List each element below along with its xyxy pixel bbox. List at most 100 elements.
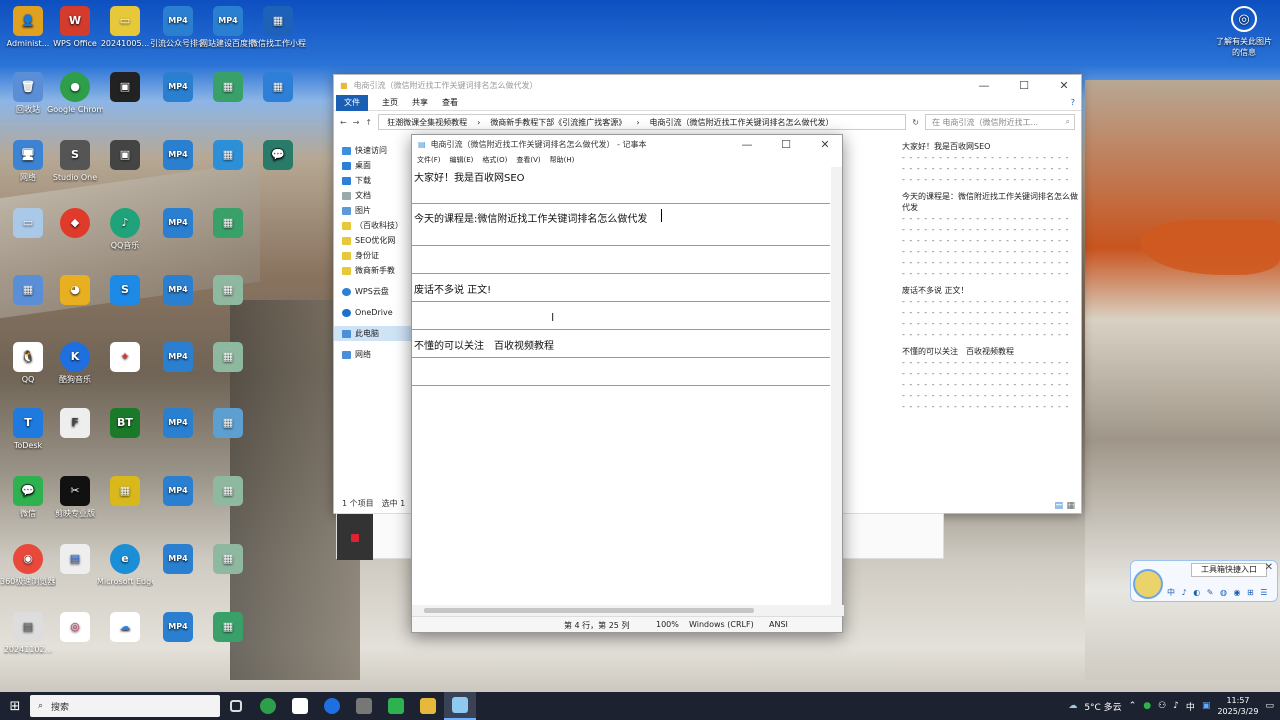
tray-app-icon[interactable]: ● [1143,701,1151,711]
taskbar-tool-icon[interactable] [348,692,380,720]
up-arrow-icon[interactable]: ↑ [365,118,372,127]
network-icon[interactable]: ⚇ [1158,701,1166,711]
refresh-icon[interactable]: ↻ [912,118,919,127]
menu-file[interactable]: 文件(F) [417,155,441,165]
horizontal-scrollbar[interactable] [412,605,844,616]
weather-icon[interactable]: ☁ [1068,701,1077,711]
desktop-icon-chrome[interactable]: ● Google Chrome [47,72,103,115]
desktop-icon-studio-one[interactable]: S Studio One [47,140,103,183]
tab-view[interactable]: 查看 [442,97,458,108]
nav-this-pc[interactable]: 此电脑 [334,326,412,341]
nav-desktop[interactable]: 桌面 [342,158,412,173]
volume-icon[interactable]: ♪ [1173,701,1179,711]
ime-toolbar[interactable]: 中 ♪ ◐ ✎ ◍ ◉ ⊞ ☰ [1167,587,1269,598]
close-button[interactable]: ✕ [1047,79,1081,92]
details-view-icon[interactable]: ▤ [1054,501,1063,511]
desktop-icon-qq-music[interactable]: ♪ QQ音乐 [97,208,153,251]
task-view-icon[interactable] [220,692,252,720]
nav-folder-weishang[interactable]: 微商新手教 [342,263,412,278]
desktop-icon-app-bt[interactable]: BT [97,408,153,441]
nav-onedrive[interactable]: OneDrive [342,305,412,320]
weather-text[interactable]: 5°C 多云 [1084,700,1121,713]
desktop-icon-video-3[interactable]: MP4 [150,72,206,105]
breadcrumb-item[interactable]: 狂潮微课全集视频教程 [387,117,467,128]
ime-indicator[interactable]: 中 [1186,700,1195,713]
windows-start-icon[interactable]: ⊞ [0,699,30,714]
desktop-icon-app-flame[interactable]: ✦ [97,342,153,375]
desktop-icon-image-7[interactable]: ▦ [200,476,256,509]
nav-documents[interactable]: 文档 [342,188,412,203]
learn-about-picture[interactable]: ◎ 了解有关此图片的信息 [1214,6,1274,58]
nav-pictures[interactable]: 图片 [342,203,412,218]
desktop-icon-image-8[interactable]: ▦ [200,544,256,577]
desktop-icon-image-5[interactable]: ▦ [200,342,256,375]
nav-folder-baishou[interactable]: （百收科技） [342,218,412,233]
minimize-button[interactable]: — [967,79,1001,92]
breadcrumb-item[interactable]: 电商引流（微信附近找工作关键词排名怎么做代发） [650,117,834,128]
record-icon[interactable] [351,534,359,542]
address-bar[interactable]: 狂潮微课全集视频教程 › 微商新手教程下部《引流推广找客源》 › 电商引流（微信附近… [378,114,907,130]
help-icon[interactable]: ? [1071,98,1075,107]
desktop-icon-video-8[interactable]: MP4 [150,408,206,441]
scrollbar-thumb[interactable] [424,608,754,613]
maximize-button[interactable]: ☐ [1007,79,1041,92]
menu-format[interactable]: 格式(O) [482,155,507,165]
desktop-icon-mini-program[interactable]: ▦微信找工作小程序 (9) [250,6,306,49]
desktop-icon-app-format[interactable]: F [47,408,103,441]
desktop-icon-wps[interactable]: W WPS Office [47,6,103,49]
nav-folder-seo[interactable]: SEO优化网 [342,233,412,248]
desktop-icon-app-s[interactable]: S [97,275,153,308]
desktop-icon-jianying[interactable]: ✂ 剪映专业版 [47,476,103,519]
desktop-icon-video-11[interactable]: MP4 [150,612,206,645]
breadcrumb-item[interactable]: 微商新手教程下部《引流推广找客源》 [490,117,626,128]
notification-icon[interactable]: ▭ [1265,701,1274,711]
desktop-icon-image-9[interactable]: ▦ [200,612,256,645]
tray-app-icon[interactable]: ▣ [1202,701,1211,711]
desktop-icon-capture[interactable]: ▣ [97,140,153,173]
large-icons-view-icon[interactable]: ▦ [1066,501,1075,511]
desktop-icon-video-7[interactable]: MP4 [150,342,206,375]
desktop-icon-app-yellow[interactable]: ▦ [97,476,153,509]
explorer-search-box[interactable]: 在 电商引流（微信附近找工... ⌕ [925,114,1075,130]
desktop-icon-app-doc[interactable]: ▤ [47,544,103,577]
taskbar-explorer-icon[interactable] [412,692,444,720]
vertical-scrollbar[interactable] [831,167,842,607]
maximize-button[interactable]: ☐ [769,138,803,151]
nav-quick-access[interactable]: 快速访问 [342,143,412,158]
close-icon[interactable]: ✕ [1265,562,1273,573]
desktop-icon-app-cloud[interactable]: ☁ [97,612,153,645]
taskbar-chrome-icon[interactable] [252,692,284,720]
avatar[interactable] [1133,569,1163,599]
desktop-icon-video-2[interactable]: MP4网站建设百度排名代发... [200,6,256,49]
desktop-icon-app-control[interactable]: ▦ [0,275,56,308]
desktop-icon-image-1[interactable]: ▦ [200,72,256,105]
desktop-icon-image-6[interactable]: ▦ [200,408,256,441]
minimize-button[interactable]: — [730,138,764,151]
nav-folder-id[interactable]: 身份证 [342,248,412,263]
desktop-icon-video-10[interactable]: MP4 [150,544,206,577]
taskbar-search[interactable]: ⌕ 搜索 [30,695,220,717]
desktop-icon-app-pink[interactable]: ◎ [47,612,103,645]
taskbar-qq-icon[interactable] [284,692,316,720]
taskbar-wechat-icon[interactable] [380,692,412,720]
menu-help[interactable]: 帮助(H) [550,155,575,165]
desktop-icon-folder-20241005[interactable]: ▭ 20241005... [97,6,153,49]
tab-home[interactable]: 主页 [382,97,398,108]
desktop-icon-app-blue[interactable]: ▦ [250,72,306,105]
menu-view[interactable]: 查看(V) [516,155,540,165]
nav-downloads[interactable]: 下载 [342,173,412,188]
close-button[interactable]: ✕ [808,138,842,151]
desktop-icon-video-1[interactable]: MP4引流公众号排名代发有哪... [150,6,206,49]
forward-arrow-icon[interactable]: → [353,118,360,127]
notepad-text-area[interactable]: 大家好！我是百收网SEO 今天的课程是:微信附近找工作关键词排名怎么做代发 废话… [412,167,833,607]
desktop-icon-app-dark[interactable]: ▣ [97,72,153,105]
desktop-icon-app-monitor[interactable]: ▭ [0,208,56,241]
chevron-up-icon[interactable]: ⌃ [1129,701,1137,711]
desktop-icon-edge[interactable]: e Microsoft Edge [97,544,153,587]
nav-wps-cloud[interactable]: WPS云盘 [342,284,412,299]
desktop-icon-video-5[interactable]: MP4 [150,208,206,241]
desktop-icon-video-4[interactable]: MP4 [150,140,206,173]
desktop-icon-kugou[interactable]: K 酷狗音乐 [47,342,103,385]
taskbar-kugou-icon[interactable] [316,692,348,720]
desktop-icon-app-chat[interactable]: 💬 [250,140,306,173]
